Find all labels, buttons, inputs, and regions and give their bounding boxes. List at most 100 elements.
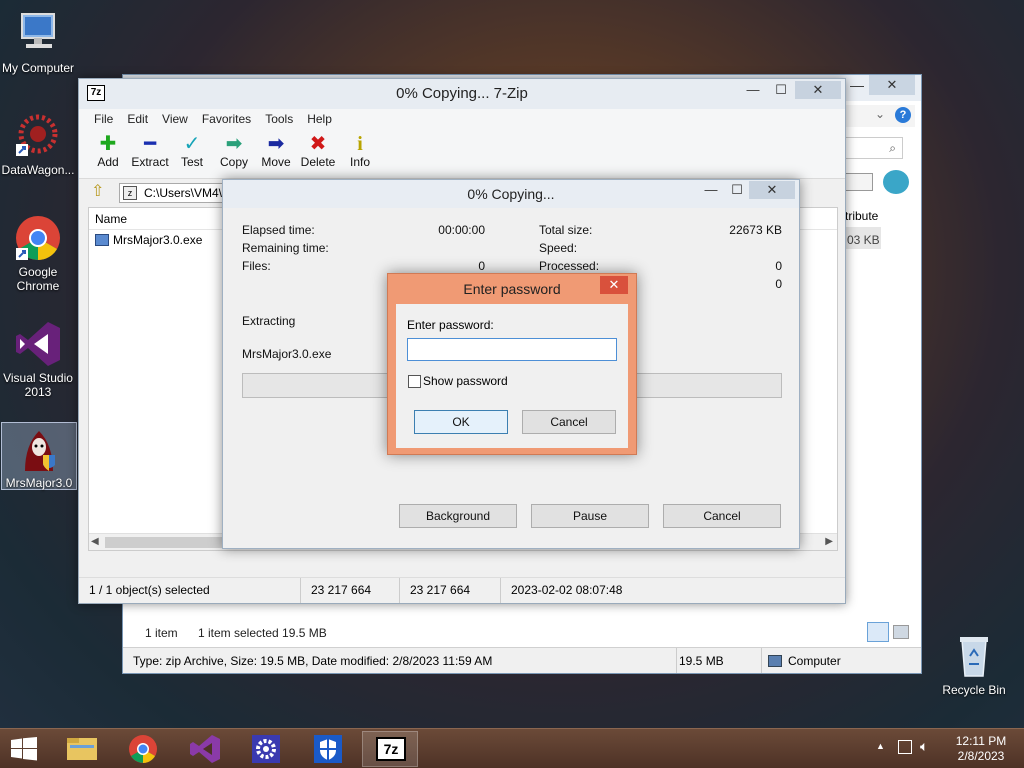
- taskbar-7zip[interactable]: 7z: [362, 731, 418, 767]
- 7zip-menubar: File Edit View Favorites Tools Help: [79, 109, 845, 129]
- explorer-search-box[interactable]: ⌕: [845, 137, 903, 159]
- copy-icon: ➡: [225, 133, 243, 155]
- menu-help[interactable]: Help: [300, 109, 339, 129]
- mrsmajor-icon: [15, 425, 63, 473]
- speed-label: Speed:: [539, 241, 578, 255]
- desktop-icon-label: Recycle Bin: [942, 683, 1006, 697]
- gear-icon: [252, 735, 280, 763]
- status-selected: 1 / 1 object(s) selected: [79, 578, 301, 603]
- 7zip-titlebar[interactable]: 7z 0% Copying... 7-Zip — ☐ ✕: [79, 79, 845, 109]
- explorer-nav-area: ⌄ ?: [845, 105, 915, 127]
- password-close-button[interactable]: ✕: [600, 276, 628, 294]
- taskbar: 7z ▲ 🔈︎ 12:11 PM 2/8/2023: [0, 728, 1024, 768]
- explorer-shell-icon: [883, 170, 909, 194]
- menu-tools[interactable]: Tools: [258, 109, 300, 129]
- recycle-bin-icon: [950, 632, 998, 680]
- chrome-icon: [14, 214, 62, 262]
- visual-studio-icon: [190, 735, 220, 763]
- taskbar-defender[interactable]: [300, 731, 356, 767]
- progress-maximize-button[interactable]: ☐: [723, 181, 751, 199]
- menu-file[interactable]: File: [87, 109, 120, 129]
- visual-studio-icon: [14, 320, 62, 368]
- tool-label: Extract: [131, 155, 169, 169]
- network-icon[interactable]: [898, 740, 912, 754]
- taskbar-settings[interactable]: [238, 731, 294, 767]
- large-icons-view-icon[interactable]: [893, 625, 909, 639]
- compressed-value: 0: [775, 277, 782, 291]
- delete-button[interactable]: ✖ Delete: [297, 129, 339, 178]
- 7zip-close-button[interactable]: ✕: [795, 81, 841, 99]
- computer-icon: [768, 655, 782, 667]
- taskbar-clock[interactable]: 12:11 PM 2/8/2023: [948, 734, 1014, 764]
- desktop-icon-label: Visual Studio 2013: [3, 371, 73, 399]
- 7zip-toolbar: ✚ Add ━ Extract ✓ Test ➡ Copy ➡ Move ✖ Delete …: [79, 129, 845, 179]
- password-dialog-body: Enter password: Show password OK Cancel: [396, 304, 628, 448]
- status-divider: [761, 648, 762, 673]
- background-button[interactable]: Background: [399, 504, 517, 528]
- password-dialog-title[interactable]: Enter password: [388, 274, 636, 302]
- progress-titlebar[interactable]: 0% Copying... — ☐ ✕: [223, 180, 799, 208]
- cancel-button[interactable]: Cancel: [522, 410, 616, 434]
- address-input[interactable]: z C:\Users\VM4\: [119, 183, 239, 203]
- 7zip-maximize-button[interactable]: ☐: [767, 81, 795, 99]
- add-button[interactable]: ✚ Add: [87, 129, 129, 178]
- taskbar-chrome[interactable]: [115, 731, 171, 767]
- cancel-copy-button[interactable]: Cancel: [663, 504, 781, 528]
- desktop-icon-mrsmajor[interactable]: MrsMajor3.0: [1, 422, 77, 490]
- delete-icon: ✖: [309, 133, 327, 155]
- folder-up-icon[interactable]: ⇧: [91, 183, 109, 201]
- 7zip-minimize-button[interactable]: —: [739, 81, 767, 99]
- progress-close-button[interactable]: ✕: [749, 181, 795, 199]
- explorer-view-icon[interactable]: [845, 173, 873, 191]
- menu-edit[interactable]: Edit: [120, 109, 155, 129]
- move-button[interactable]: ➡ Move: [255, 129, 297, 178]
- chrome-icon: [129, 735, 157, 763]
- 7zip-window-title: 0% Copying... 7-Zip: [396, 85, 528, 102]
- desktop-icon-my-computer[interactable]: My Computer: [0, 10, 76, 75]
- menu-view[interactable]: View: [155, 109, 195, 129]
- explorer-minimize-button[interactable]: —: [843, 75, 871, 95]
- taskbar-file-explorer[interactable]: [54, 731, 110, 767]
- volume-icon[interactable]: 🔈︎: [920, 738, 928, 755]
- chevron-down-icon[interactable]: ⌄: [875, 107, 885, 121]
- explorer-column-header[interactable]: tribute: [845, 209, 878, 223]
- status-modified: 2023-02-02 08:07:48: [511, 583, 623, 597]
- explorer-file-size: 03 KB: [847, 233, 880, 247]
- menu-favorites[interactable]: Favorites: [195, 109, 258, 129]
- clock-time: 12:11 PM: [955, 734, 1007, 748]
- show-hidden-icons-icon[interactable]: ▲: [876, 741, 885, 751]
- ok-button[interactable]: OK: [414, 410, 508, 434]
- enter-password-dialog[interactable]: Enter password ✕ Enter password: Show pa…: [387, 273, 637, 455]
- details-view-icon[interactable]: [867, 622, 889, 642]
- show-password-label[interactable]: Show password: [423, 374, 508, 388]
- test-button[interactable]: ✓ Test: [171, 129, 213, 178]
- tool-label: Move: [261, 155, 291, 169]
- desktop-icon-datawagon[interactable]: DataWagon...: [0, 112, 76, 177]
- start-button[interactable]: [10, 737, 38, 761]
- computer-icon: [14, 10, 62, 58]
- help-icon[interactable]: ?: [895, 107, 911, 123]
- show-password-checkbox[interactable]: [408, 375, 421, 388]
- desktop-icon-recycle-bin[interactable]: Recycle Bin: [936, 632, 1012, 697]
- progress-minimize-button[interactable]: —: [697, 181, 725, 199]
- archive-icon: z: [123, 186, 137, 200]
- add-icon: ✚: [99, 133, 117, 155]
- explorer-item-count: 1 item: [145, 626, 178, 640]
- taskbar-visual-studio[interactable]: [176, 731, 232, 767]
- file-name: MrsMajor3.0.exe: [113, 233, 203, 247]
- extract-button[interactable]: ━ Extract: [129, 129, 171, 178]
- desktop-icon-visual-studio[interactable]: Visual Studio 2013: [0, 320, 76, 399]
- info-button[interactable]: i Info: [339, 129, 381, 178]
- address-text: C:\Users\VM4\: [144, 186, 223, 200]
- desktop-icon-google-chrome[interactable]: Google Chrome: [0, 214, 76, 293]
- tool-label: Test: [180, 155, 203, 169]
- explorer-close-button[interactable]: ✕: [869, 75, 915, 95]
- password-input[interactable]: [407, 338, 617, 361]
- scroll-left-icon[interactable]: ◀: [91, 536, 99, 547]
- 7zip-status-bar: 1 / 1 object(s) selected 23 217 664 23 2…: [79, 577, 845, 603]
- copy-button[interactable]: ➡ Copy: [213, 129, 255, 178]
- scroll-right-icon[interactable]: ▶: [825, 536, 833, 547]
- pause-button[interactable]: Pause: [531, 504, 649, 528]
- password-prompt-label: Enter password:: [407, 318, 494, 332]
- info-icon: i: [357, 133, 363, 155]
